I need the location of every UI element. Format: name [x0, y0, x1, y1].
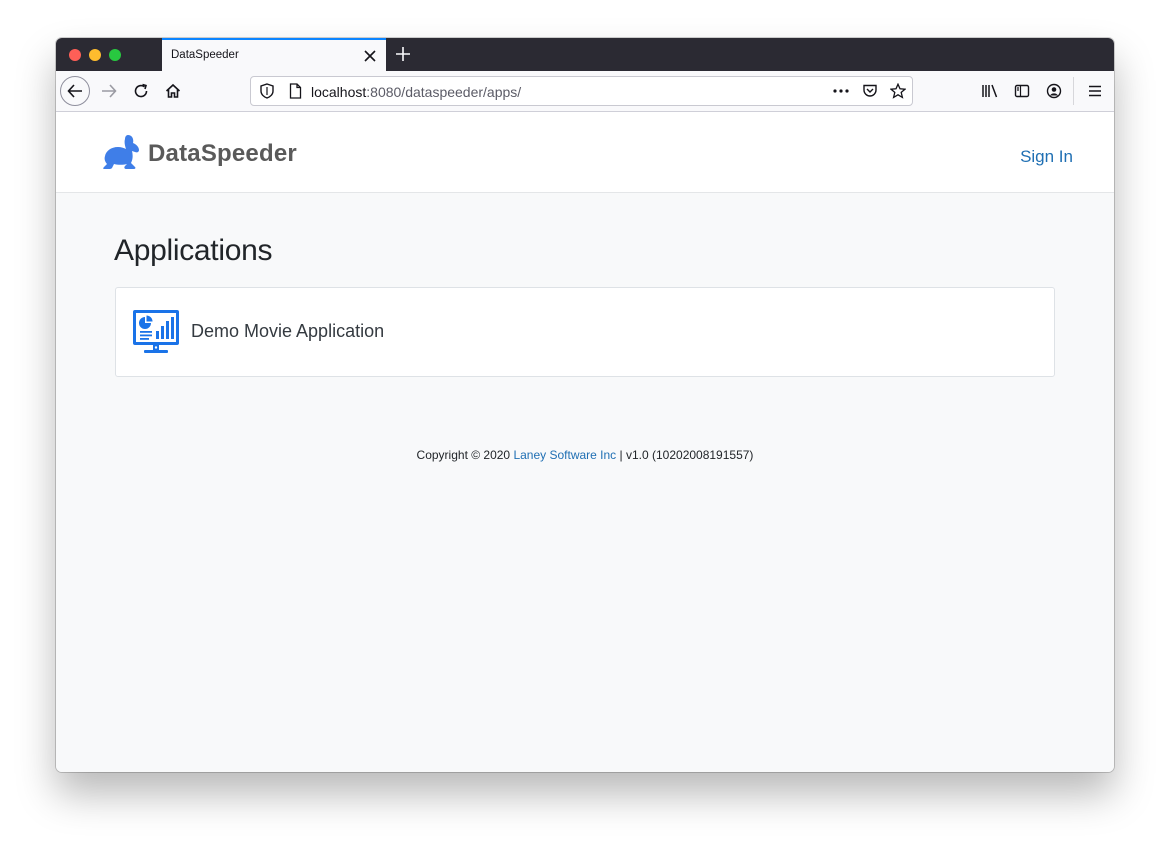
page-content: DataSpeeder Sign In Applications Demo Mo… — [56, 112, 1114, 772]
url-host: localhost — [311, 84, 367, 100]
sidebar-icon[interactable] — [1012, 82, 1032, 100]
account-icon[interactable] — [1044, 82, 1064, 100]
copyright-text: Copyright © 2020 — [416, 448, 511, 462]
title-bar: DataSpeeder — [56, 38, 1114, 71]
version-text: | v1.0 (10202008191557) — [619, 448, 754, 462]
sign-in-link[interactable]: Sign In — [1020, 147, 1073, 167]
hamburger-menu-icon[interactable] — [1085, 82, 1105, 100]
navigation-toolbar: localhost:8080/dataspeeder/apps/ — [56, 71, 1114, 112]
close-window-button[interactable] — [69, 49, 81, 61]
home-icon[interactable] — [157, 75, 189, 107]
page-icon[interactable] — [287, 83, 303, 99]
url-path: :8080/dataspeeder/apps/ — [366, 84, 522, 100]
pocket-icon[interactable] — [861, 83, 879, 99]
zoom-window-button[interactable] — [109, 49, 121, 61]
rabbit-logo-icon — [102, 133, 142, 176]
url-bar[interactable]: localhost:8080/dataspeeder/apps/ — [250, 76, 913, 106]
app-name[interactable]: Demo Movie Application — [191, 321, 384, 342]
library-icon[interactable] — [980, 82, 1000, 100]
dashboard-monitor-icon — [132, 309, 180, 360]
page-title: Applications — [114, 234, 273, 267]
minimize-window-button[interactable] — [89, 49, 101, 61]
more-dots-icon[interactable] — [832, 83, 850, 99]
brand-logo[interactable]: DataSpeeder — [102, 134, 297, 174]
browser-tab[interactable]: DataSpeeder — [162, 38, 386, 71]
toolbar-divider — [1073, 77, 1074, 105]
browser-window: DataSpeeder localhost:8080/dataspeeder/a… — [56, 38, 1114, 772]
new-tab-icon[interactable] — [395, 46, 411, 62]
app-list-item[interactable]: Demo Movie Application — [115, 287, 1055, 377]
back-arrow-icon[interactable] — [60, 76, 90, 106]
footer: Copyright © 2020 Laney Software Inc | v1… — [56, 448, 1114, 462]
reload-icon[interactable] — [125, 75, 157, 107]
star-icon[interactable] — [889, 83, 907, 99]
tab-title: DataSpeeder — [171, 49, 239, 61]
app-header: DataSpeeder Sign In — [56, 112, 1114, 193]
brand-name: DataSpeeder — [148, 140, 297, 167]
url-text[interactable]: localhost:8080/dataspeeder/apps/ — [311, 84, 521, 100]
close-tab-icon[interactable] — [362, 48, 378, 64]
forward-arrow-icon[interactable] — [93, 75, 125, 107]
shield-icon[interactable] — [259, 83, 275, 99]
company-link[interactable]: Laney Software Inc — [513, 448, 616, 462]
